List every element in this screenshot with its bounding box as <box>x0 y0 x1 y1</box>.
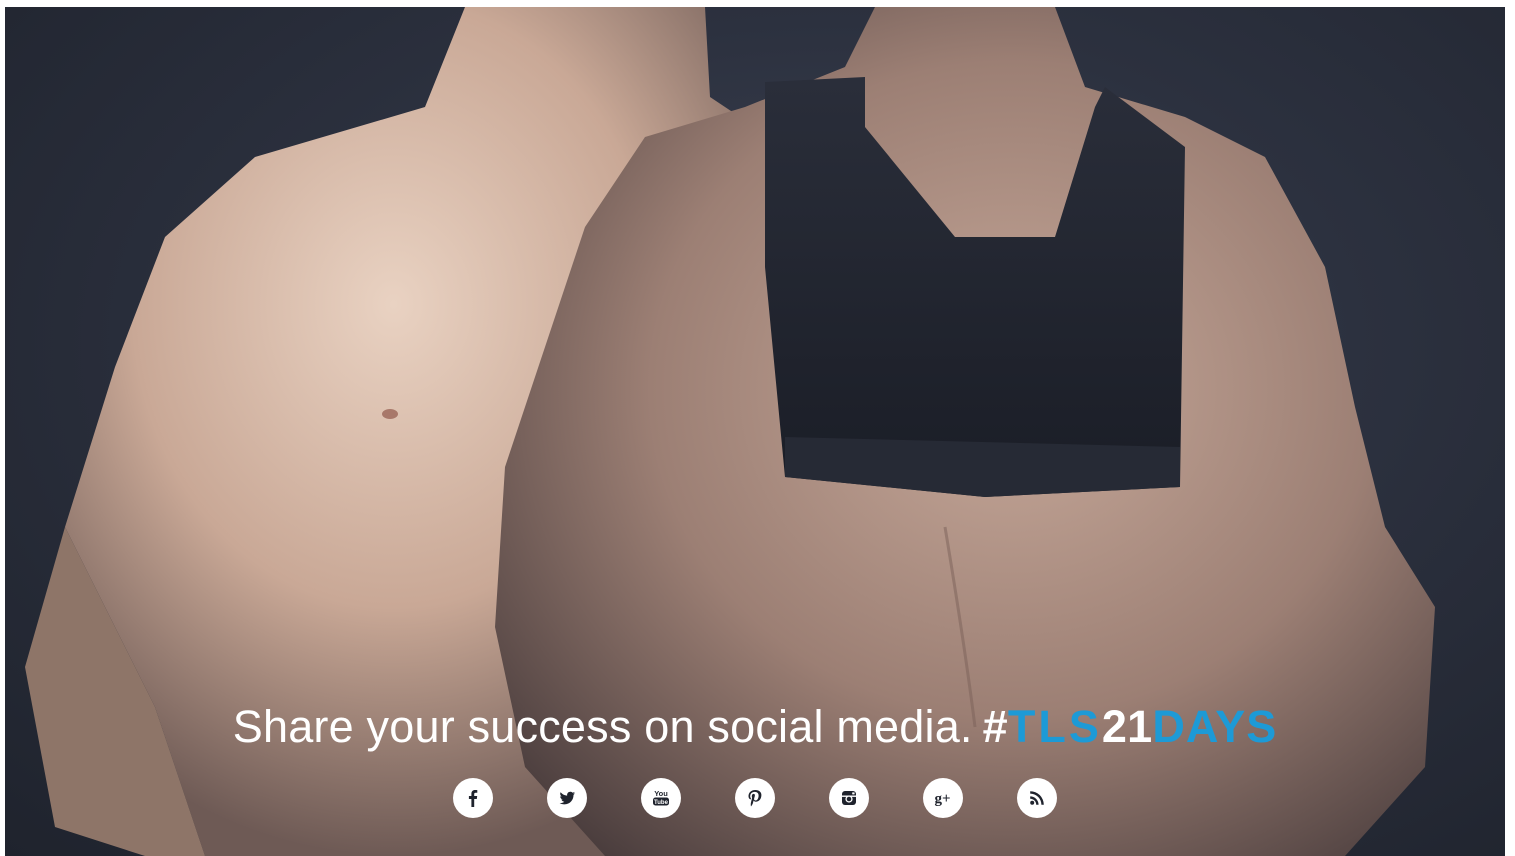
headline-text: Share your success on social media. <box>232 701 973 752</box>
youtube-button[interactable]: You Tube <box>641 778 681 818</box>
hashtag-number: 21 <box>1101 701 1153 752</box>
twitter-icon <box>559 791 575 805</box>
pinterest-icon <box>748 790 762 807</box>
google-plus-button[interactable]: g+ <box>923 778 963 818</box>
facebook-icon <box>468 790 478 807</box>
facebook-button[interactable] <box>453 778 493 818</box>
youtube-icon-text-bottom: Tube <box>654 800 669 806</box>
hashtag-symbol: # <box>982 701 1008 752</box>
youtube-icon: You Tube <box>653 789 669 806</box>
instagram-icon <box>842 791 856 805</box>
rss-button[interactable] <box>1017 778 1057 818</box>
hero-banner: Share your success on social media. #TLS2… <box>5 7 1505 856</box>
twitter-button[interactable] <box>547 778 587 818</box>
headline: Share your success on social media. #TLS2… <box>5 697 1505 757</box>
social-links: You Tube g+ <box>5 778 1505 818</box>
pinterest-button[interactable] <box>735 778 775 818</box>
instagram-button[interactable] <box>829 778 869 818</box>
hashtag-days: DAYS <box>1152 701 1278 752</box>
hashtag-tls: TLS <box>1007 701 1102 752</box>
youtube-icon-text-top: You <box>654 789 668 798</box>
rss-icon <box>1030 791 1044 805</box>
google-plus-icon-text: g+ <box>934 791 950 807</box>
google-plus-icon: g+ <box>934 791 950 807</box>
